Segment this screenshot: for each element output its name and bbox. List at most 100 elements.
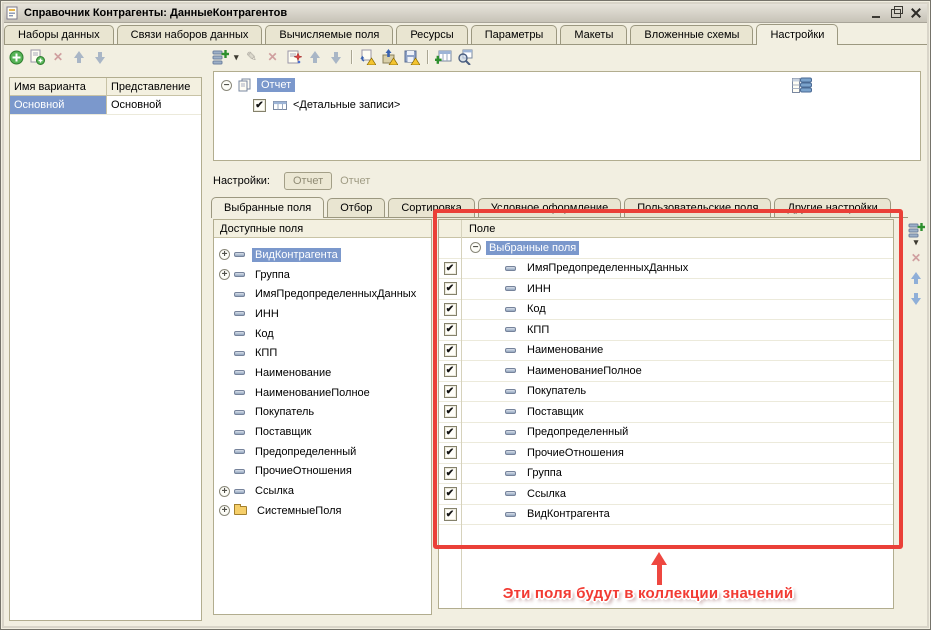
selected-field-row[interactable]: ✔ Поставщик bbox=[439, 402, 893, 423]
field-item[interactable]: ИмяПредопределенныхДанных bbox=[214, 284, 431, 304]
field-down-button[interactable] bbox=[908, 290, 924, 306]
variant-up-button[interactable] bbox=[71, 49, 87, 65]
close-button[interactable] bbox=[907, 6, 925, 21]
element-up-button[interactable] bbox=[307, 49, 323, 65]
collapse-icon[interactable]: − bbox=[221, 80, 232, 91]
column-variant-name[interactable]: Имя варианта bbox=[10, 78, 107, 95]
load-settings-button[interactable] bbox=[381, 49, 398, 65]
selected-field-row[interactable]: ✔ Группа bbox=[439, 464, 893, 485]
field-checkbox[interactable]: ✔ bbox=[444, 446, 457, 459]
selected-field-row[interactable]: ✔ Код bbox=[439, 300, 893, 321]
selected-field-row[interactable]: ✔ ИНН bbox=[439, 279, 893, 300]
column-presentation[interactable]: Представление bbox=[107, 78, 201, 95]
selected-field-row[interactable]: ✔ Предопределенный bbox=[439, 423, 893, 444]
field-up-button[interactable] bbox=[908, 270, 924, 286]
field-checkbox[interactable]: ✔ bbox=[444, 323, 457, 336]
report-toggle-button[interactable]: Отчет bbox=[284, 172, 332, 190]
field-item[interactable]: + Ссылка bbox=[214, 481, 431, 501]
tab-calculated-fields[interactable]: Вычисляемые поля bbox=[265, 25, 393, 44]
field-item[interactable]: Код bbox=[214, 324, 431, 344]
detail-records-checkbox[interactable]: ✔ bbox=[253, 99, 266, 112]
copy-variant-button[interactable] bbox=[29, 49, 45, 65]
settings-label: Настройки: bbox=[213, 175, 270, 187]
selected-field-row[interactable]: ✔ НаименованиеПолное bbox=[439, 361, 893, 382]
variant-row[interactable]: Основной Основной bbox=[10, 96, 201, 115]
magnifier-icon bbox=[457, 49, 473, 65]
stab-sorting[interactable]: Сортировка bbox=[388, 198, 474, 217]
field-item[interactable]: + Группа bbox=[214, 265, 431, 285]
restore-button[interactable] bbox=[887, 6, 905, 21]
field-item[interactable]: + СистемныеПоля bbox=[214, 501, 431, 521]
field-checkbox[interactable]: ✔ bbox=[444, 262, 457, 275]
report-node[interactable]: Отчет bbox=[257, 78, 295, 92]
tab-parameters[interactable]: Параметры bbox=[471, 25, 558, 44]
edit-element-button[interactable]: ✎ bbox=[244, 49, 260, 65]
field-item[interactable]: Предопределенный bbox=[214, 442, 431, 462]
field-checkbox[interactable]: ✔ bbox=[444, 426, 457, 439]
field-item[interactable]: Поставщик bbox=[214, 422, 431, 442]
save-settings-button[interactable] bbox=[403, 49, 420, 65]
delete-element-button[interactable]: ✕ bbox=[265, 49, 281, 65]
expand-icon[interactable]: + bbox=[219, 249, 230, 260]
report-node-row[interactable]: − Отчет bbox=[214, 76, 920, 94]
field-item[interactable]: + ВидКонтрагента bbox=[214, 245, 431, 265]
selected-fields-root-row[interactable]: − Выбранные поля bbox=[439, 238, 893, 259]
field-column-header[interactable]: Поле bbox=[469, 223, 495, 235]
selected-field-row[interactable]: ✔ Наименование bbox=[439, 341, 893, 362]
add-element-dropdown[interactable]: ▾ bbox=[234, 53, 239, 61]
field-checkbox[interactable]: ✔ bbox=[444, 487, 457, 500]
field-checkbox[interactable]: ✔ bbox=[444, 405, 457, 418]
minimize-button[interactable] bbox=[867, 6, 885, 21]
tab-resources[interactable]: Ресурсы bbox=[396, 25, 467, 44]
field-item[interactable]: НаименованиеПолное bbox=[214, 383, 431, 403]
field-checkbox[interactable]: ✔ bbox=[444, 385, 457, 398]
selected-field-row[interactable]: ✔ КПП bbox=[439, 320, 893, 341]
stab-conditional-appearance[interactable]: Условное оформление bbox=[478, 198, 621, 217]
field-checkbox[interactable]: ✔ bbox=[444, 364, 457, 377]
tab-layouts[interactable]: Макеты bbox=[560, 25, 627, 44]
variant-presentation-cell[interactable]: Основной bbox=[107, 96, 201, 114]
stab-selected-fields[interactable]: Выбранные поля bbox=[211, 197, 324, 218]
field-checkbox[interactable]: ✔ bbox=[444, 344, 457, 357]
settings-wizard-button[interactable] bbox=[286, 49, 302, 65]
field-item[interactable]: ПрочиеОтношения bbox=[214, 462, 431, 482]
field-checkbox[interactable]: ✔ bbox=[444, 282, 457, 295]
add-variant-button[interactable] bbox=[8, 49, 24, 65]
stab-user-fields[interactable]: Пользовательские поля bbox=[624, 198, 771, 217]
field-checkbox[interactable]: ✔ bbox=[444, 303, 457, 316]
field-item[interactable]: КПП bbox=[214, 343, 431, 363]
selected-field-row[interactable]: ✔ ИмяПредопределенныхДанных bbox=[439, 259, 893, 280]
expand-icon[interactable]: + bbox=[219, 269, 230, 280]
add-field-button[interactable] bbox=[908, 222, 925, 238]
field-item[interactable]: Покупатель bbox=[214, 403, 431, 423]
tab-settings[interactable]: Настройки bbox=[756, 24, 838, 45]
variant-down-button[interactable] bbox=[92, 49, 108, 65]
variant-name-cell[interactable]: Основной bbox=[10, 96, 107, 114]
tab-nested-schemas[interactable]: Вложенные схемы bbox=[630, 25, 753, 44]
tab-data-sets[interactable]: Наборы данных bbox=[4, 25, 114, 44]
element-down-button[interactable] bbox=[328, 49, 344, 65]
search-settings-button[interactable] bbox=[457, 49, 473, 65]
selected-field-row[interactable]: ✔ ВидКонтрагента bbox=[439, 505, 893, 526]
selected-fields-root[interactable]: Выбранные поля bbox=[486, 241, 579, 255]
stab-other-settings[interactable]: Другие настройки bbox=[774, 198, 890, 217]
delete-field-button[interactable]: ✕ bbox=[908, 250, 924, 266]
tab-data-set-links[interactable]: Связи наборов данных bbox=[117, 25, 263, 44]
table-settings-button[interactable] bbox=[435, 49, 452, 65]
selected-field-row[interactable]: ✔ Покупатель bbox=[439, 382, 893, 403]
add-element-button[interactable] bbox=[212, 49, 229, 65]
field-item[interactable]: Наименование bbox=[214, 363, 431, 383]
collapse-icon[interactable]: − bbox=[470, 242, 481, 253]
add-field-dropdown[interactable]: ▾ bbox=[914, 238, 919, 246]
detail-records-row[interactable]: ✔ <Детальные записи> bbox=[214, 96, 920, 114]
field-item[interactable]: ИНН bbox=[214, 304, 431, 324]
selected-field-row[interactable]: ✔ ПрочиеОтношения bbox=[439, 443, 893, 464]
selected-field-row[interactable]: ✔ Ссылка bbox=[439, 484, 893, 505]
expand-icon[interactable]: + bbox=[219, 505, 230, 516]
field-checkbox[interactable]: ✔ bbox=[444, 508, 457, 521]
delete-variant-button[interactable]: ✕ bbox=[50, 49, 66, 65]
field-checkbox[interactable]: ✔ bbox=[444, 467, 457, 480]
expand-icon[interactable]: + bbox=[219, 486, 230, 497]
stab-filter[interactable]: Отбор bbox=[327, 198, 385, 217]
default-settings-button[interactable] bbox=[359, 49, 376, 65]
